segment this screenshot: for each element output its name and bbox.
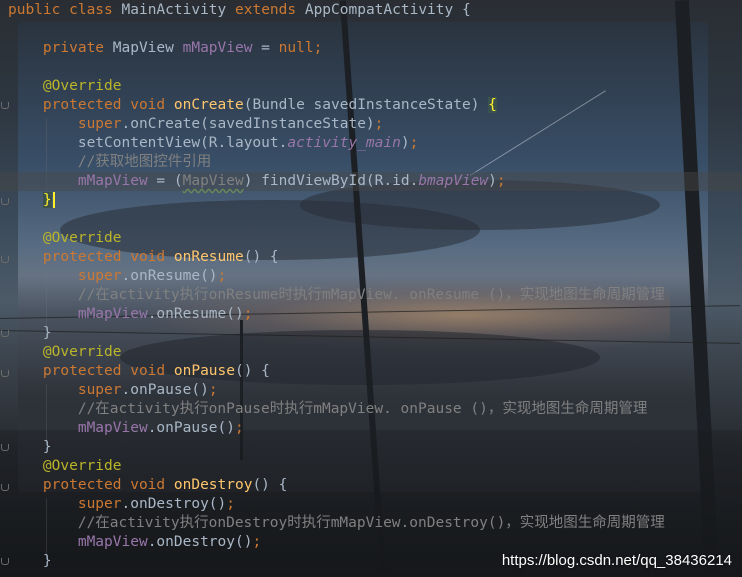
code-token: = [252,40,279,56]
code-token: MainActivity [121,2,235,18]
code-token: ) [400,135,410,151]
code-token: .onDestroy() [147,534,253,550]
code-token: onResume [173,249,244,265]
code-token: ) [488,173,497,189]
code-token: mMapView [8,534,148,550]
code-token: ; [496,173,506,189]
code-token: null [278,40,314,56]
code-token: .onDestroy() [121,496,227,512]
code-token: @Override [8,78,122,94]
code-token: () { [243,249,279,265]
code-line[interactable]: protected void onDestroy() { [8,476,287,495]
code-token: onPause [173,363,235,379]
code-line[interactable]: super.onPause(); [8,381,218,400]
code-line[interactable]: setContentView(R.layout.activity_main); [8,134,419,153]
code-token: } [8,325,52,341]
code-token: private [8,40,113,56]
code-line[interactable]: super.onResume(); [8,267,226,286]
code-token: super [8,268,122,284]
code-token: } [8,553,52,569]
code-token: (Bundle savedInstanceState) [243,97,489,113]
code-token: ; [243,306,253,322]
code-token: ; [313,40,323,56]
code-token: @Override [8,458,122,474]
code-token: ; [226,496,235,512]
code-token: .onCreate(savedInstanceState) [121,116,375,132]
editor-gutter [0,0,9,577]
code-token: protected void [8,363,174,379]
code-token: ; [217,268,227,284]
code-token: super [8,382,122,398]
code-token: @Override [8,344,122,360]
code-token: AppCompatActivity { [304,2,471,18]
code-token: MapView [112,40,183,56]
code-line[interactable]: private MapView mMapView = null; [8,39,322,58]
code-line[interactable]: //获取地图控件引用 [8,153,211,172]
code-line[interactable]: //在activity执行onDestroy时执行mMapView.onDest… [8,514,665,533]
code-token: onCreate [173,97,244,113]
code-line[interactable]: //在activity执行onResume时执行mMapView. onResu… [8,286,665,305]
code-line[interactable]: protected void onPause() { [8,362,270,381]
code-token: } [42,192,52,208]
code-token: ) findViewById(R.id. [243,173,419,189]
watermark: https://blog.csdn.net/qq_38436214 [501,552,732,569]
code-token: .onResume() [147,306,244,322]
code-token: ; [208,382,218,398]
code-token: public class [8,2,122,18]
code-line[interactable]: } [8,438,52,457]
code-line[interactable]: } [8,324,52,343]
code-token: onDestroy [173,477,253,493]
code-line[interactable]: mMapView.onResume(); [8,305,253,324]
code-token: mMapView [8,173,148,189]
code-token: @Override [8,230,122,246]
code-line[interactable]: mMapView.onDestroy(); [8,533,261,552]
code-line[interactable]: mMapView = (MapView) findViewById(R.id.b… [0,172,742,191]
text-caret [52,192,55,208]
code-line[interactable]: @Override [8,343,122,362]
code-line[interactable]: mMapView.onPause(); [8,419,244,438]
code-token: ; [409,135,419,151]
code-token: () { [234,363,270,379]
code-token: protected void [8,97,174,113]
code-token: bmapView [418,173,489,189]
code-token: mMapView [182,40,253,56]
code-token: extends [235,2,305,18]
code-line[interactable]: protected void onResume() { [8,248,279,267]
code-line[interactable]: super.onCreate(savedInstanceState); [8,115,384,134]
code-line[interactable]: } [8,552,52,571]
code-line[interactable]: @Override [8,229,122,248]
code-token: mMapView [8,306,148,322]
code-line[interactable]: super.onDestroy(); [8,495,235,514]
code-token: .onResume() [121,268,218,284]
code-line[interactable]: public class MainActivity extends AppCom… [8,1,471,20]
code-line[interactable]: //在activity执行onPause时执行mMapView. onPause… [8,400,648,419]
code-line[interactable]: @Override [8,457,122,476]
code-token: .onPause() [147,420,235,436]
code-token: activity_main [287,135,401,151]
code-token: protected void [8,477,174,493]
code-line[interactable]: @Override [8,77,122,96]
code-token: //在activity执行onResume时执行mMapView. onResu… [8,287,665,303]
code-token: ; [252,534,262,550]
code-token: //在activity执行onPause时执行mMapView. onPause… [8,401,648,417]
code-token: MapView [182,173,244,189]
code-token: protected void [8,249,174,265]
code-line[interactable]: } [8,191,55,210]
code-token: } [8,439,52,455]
code-token: setContentView(R.layout. [8,135,288,151]
code-token: //获取地图控件引用 [8,154,212,170]
code-token: //在activity执行onDestroy时执行mMapView.onDest… [8,515,665,531]
code-token: = ( [147,173,183,189]
code-token: ; [374,116,384,132]
code-token: mMapView [8,420,148,436]
code-token: () { [252,477,288,493]
code-token: super [8,496,122,512]
code-token: ; [235,420,244,436]
code-token: { [488,97,497,113]
code-token: super [8,116,122,132]
code-token: .onPause() [121,382,209,398]
code-line[interactable]: protected void onCreate(Bundle savedInst… [8,96,497,115]
